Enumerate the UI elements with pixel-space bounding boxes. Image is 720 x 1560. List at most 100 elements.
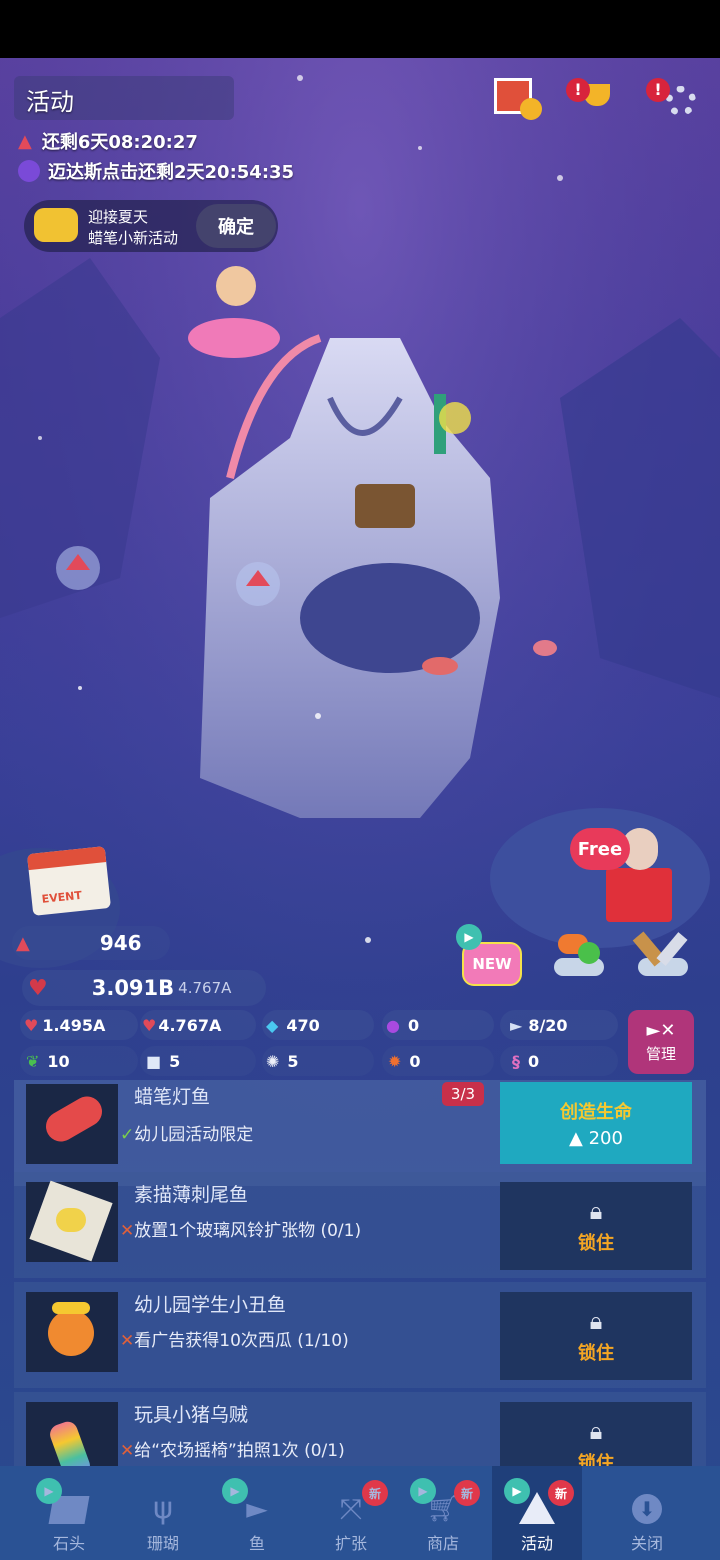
watermelon-icon: ▲ [18,130,32,152]
auto-income-stat: ♥ 4.767A [140,1010,256,1040]
tab-close[interactable]: ⬇ 关闭 [602,1466,692,1560]
leaf-value: 10 [47,1051,70,1071]
create-life-button[interactable]: 创造生命 ▲ 200 [500,1082,692,1164]
cost-value: 200 [588,1127,623,1149]
auto-income-value: 4.767A [158,1015,222,1035]
play-ad-icon: ▶ [504,1478,530,1504]
game-scene[interactable]: 活动 ▲ 还剩6天08:20:27 迈达斯点击还剩2天20:54:35 迎接夏天… [0,58,720,1560]
new-badge: 新 [362,1480,388,1506]
tab-expand[interactable]: ⤧ 扩张 新 [306,1466,396,1560]
urchin-value: 5 [287,1051,299,1071]
clownfish-button[interactable] [548,928,608,984]
tab-rock[interactable]: 石头 ▶ [24,1466,114,1560]
watermelon-cost-icon: ▲ [569,1127,583,1149]
status-bar [0,0,720,58]
alert-icon: ! [566,78,590,102]
diamond-icon: ◆ [266,1015,279,1035]
locked-button[interactable]: 🔒︎ 锁住 [500,1402,692,1466]
event-calendar-icon[interactable]: EVENT [26,846,112,916]
tab-shop[interactable]: 🛒︎ 商店 ▶ 新 [398,1466,488,1560]
manage-button[interactable]: ►✕ 管理 [628,1010,694,1074]
tab-coral[interactable]: ψ 珊瑚 [118,1466,208,1560]
coral-icon: ψ [153,1491,173,1526]
confirm-button[interactable]: 确定 [196,204,276,248]
locked-button[interactable]: 🔒︎ 锁住 [500,1182,692,1270]
watermelon-icon: ▲ [16,932,30,954]
tap-income-value: 1.495A [42,1015,106,1035]
pearls-value: 0 [407,1015,420,1035]
lock-icon: 🔒︎ [589,1197,603,1225]
midas-icon [18,160,40,182]
play-ad-icon: ▶ [36,1478,62,1504]
event-timer: ▲ 还剩6天08:20:27 [18,128,198,154]
toy-pig-squid-thumbnail [26,1402,118,1466]
free-gift-box[interactable]: Free [570,818,682,928]
fish-name: 玩具小猪乌贼 [134,1404,249,1426]
fish-condition-text: 幼儿园活动限定 [134,1125,254,1145]
list-item[interactable]: 玩具小猪乌贼 ✕给“农场摇椅”拍照1次 (0/1) 🔒︎ 锁住 [14,1392,706,1466]
vitality-value: 3.091B [91,976,175,1000]
gems-stat: ◆ 470 [262,1010,374,1040]
vitality-rate: 4.767A [178,979,232,997]
fish-expand-icon: ►✕ [646,1020,676,1041]
tab-label: 活动 [520,1534,553,1553]
list-item[interactable]: 蜡笔灯鱼 ✓幼儿园活动限定 3/3 创造生命 ▲ 200 [14,1080,706,1186]
lock-icon: 🔒︎ [589,1417,603,1445]
new-rewards-button[interactable]: NEW ▶ [456,924,522,990]
tab-label: 关闭 [630,1534,663,1553]
fish-condition-text: 给“农场摇椅”拍照1次 (0/1) [134,1441,345,1461]
play-ad-icon: ▶ [456,924,482,950]
midas-timer-text: 迈达斯点击还剩2天20:54:35 [48,162,295,183]
new-badge: 新 [548,1480,574,1506]
locked-button[interactable]: 🔒︎ 锁住 [500,1292,692,1380]
tab-fish[interactable]: ► 鱼 ▶ [212,1466,302,1560]
fish-name: 素描薄刺尾鱼 [134,1184,249,1206]
fish-capacity-stat: ► 8/20 [500,1010,618,1040]
gems-value: 470 [286,1015,320,1035]
kindergarten-clownfish-thumbnail [26,1292,118,1372]
event-timer-text: 还剩6天08:20:27 [41,132,198,153]
arrow-down-icon: ⬇ [632,1494,662,1524]
leaf-stat: ❦ 10 [20,1046,138,1076]
page-title: 活动 [26,88,74,116]
tab-activity[interactable]: 活动 ▶ 新 [492,1466,582,1560]
crab-value: 0 [409,1051,421,1071]
photo-album-icon[interactable] [494,78,544,122]
activity-title-panel: 活动 [14,76,234,120]
trophy-icon[interactable]: ! [566,78,616,122]
tap-income-stat: ♥ 1.495A [20,1010,138,1040]
create-life-label: 创造生命 [560,1101,632,1123]
fish-condition: ✓幼儿园活动限定 [120,1125,254,1145]
vitality-counter: ♥ 3.091B 4.767A [22,970,266,1006]
event-label: EVENT [41,888,83,906]
fish-list[interactable]: 蜡笔灯鱼 ✓幼儿园活动限定 3/3 创造生命 ▲ 200 素描薄刺尾鱼 ✕放置1… [0,1080,720,1466]
midas-timer: 迈达斯点击还剩2天20:54:35 [18,158,294,184]
tab-label: 石头 [52,1534,85,1553]
tap-heart-icon: ♥ [24,1015,39,1035]
locked-label: 锁住 [578,1453,614,1466]
settings-gear-icon[interactable]: ! [646,78,702,122]
list-item[interactable]: 幼儿园学生小丑鱼 ✕看广告获得10次西瓜 (1/10) 🔒︎ 锁住 [14,1282,706,1388]
lock-icon: 🔒︎ [589,1307,603,1335]
expand-arrows-icon: ⤧ [339,1492,363,1525]
fish-condition-text: 放置1个玻璃风铃扩张物 (0/1) [134,1221,362,1241]
fish-icon: ► [510,1015,523,1035]
play-ad-icon: ▶ [222,1478,248,1504]
tools-button[interactable] [632,928,694,984]
leaf-icon: ❦ [26,1051,40,1071]
list-item[interactable]: 素描薄刺尾鱼 ✕放置1个玻璃风铃扩张物 (0/1) 🔒︎ 锁住 [14,1172,706,1278]
watermelon-value: 946 [99,931,142,955]
crab-icon: ✹ [388,1051,402,1071]
quest-banner[interactable]: 迎接夏天 蜡笔小新活动 确定 [24,200,278,252]
pearl-icon: ● [386,1015,400,1035]
gift-box-icon [606,868,672,922]
new-badge: 新 [454,1480,480,1506]
straw-hat-icon [34,208,78,242]
fish-name: 蜡笔灯鱼 [134,1086,211,1108]
bottom-tab-bar: 石头 ▶ ψ 珊瑚 ► 鱼 ▶ ⤧ 扩张 新 🛒︎ 商店 ▶ 新 活动 ▶ 新 [0,1466,720,1560]
count-badge: 3/3 [442,1082,484,1106]
fish-condition: ✕看广告获得10次西瓜 (1/10) [120,1331,349,1351]
locked-label: 锁住 [578,1233,614,1254]
fish-name: 幼儿园学生小丑鱼 [134,1294,287,1316]
quest-line-2: 蜡笔小新活动 [88,229,179,247]
